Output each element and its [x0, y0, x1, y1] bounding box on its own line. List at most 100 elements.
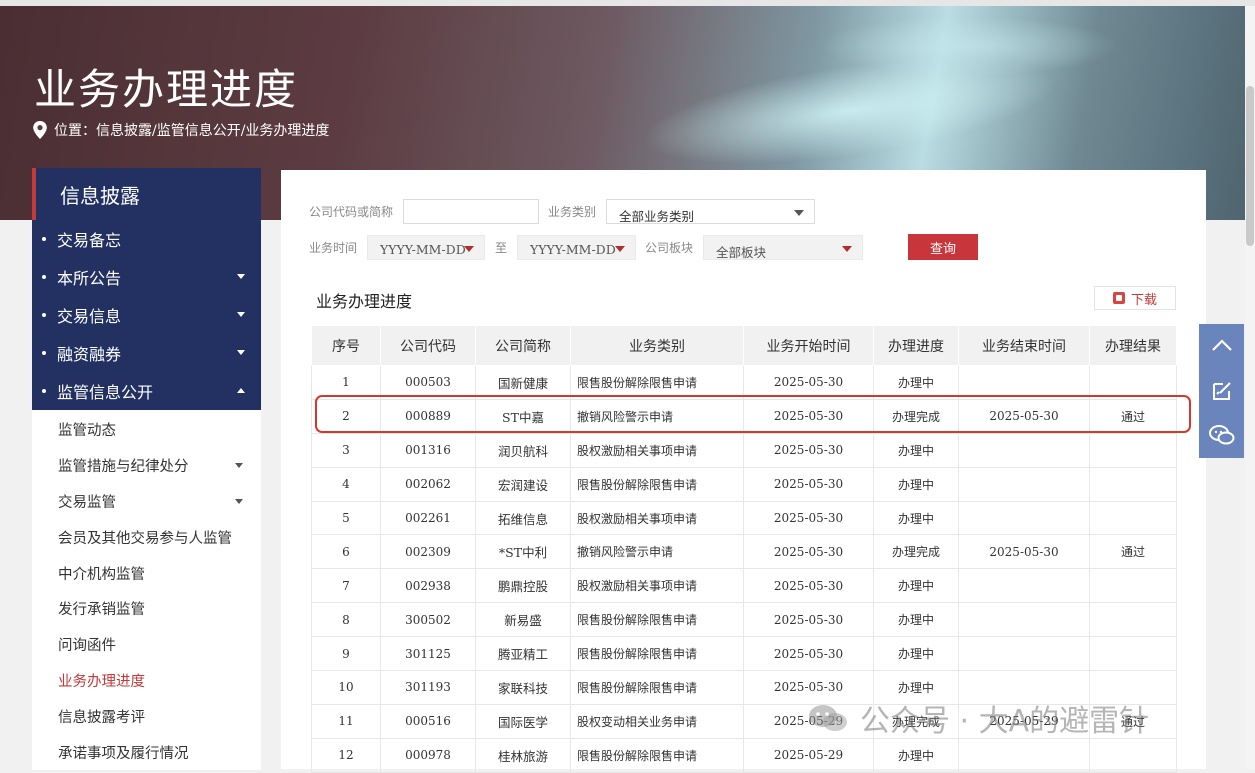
table-row[interactable]: 2 000889 ST中嘉 撤销风险警示申请 2025-05-30 办理完成 2025-05… — [311, 398, 1177, 434]
company-filter-label: 公司代码或简称 — [309, 205, 394, 219]
bullet-icon — [42, 313, 46, 317]
sidebar-subitem[interactable]: 会员及其他交易参与人监管 — [32, 519, 261, 555]
table-cell: 办理中 — [873, 568, 959, 604]
table-row[interactable]: 5 002261 拓维信息 股权激励相关事项申请 2025-05-30 办理中 — [311, 500, 1177, 536]
sidebar-subitem[interactable]: 发行承销监管 — [32, 591, 261, 627]
table-cell: 国新健康 — [475, 365, 571, 400]
sidebar-subitem[interactable]: 信息披露考评 — [32, 698, 261, 734]
table-cell: 办理中 — [873, 466, 959, 502]
board-filter-label: 公司板块 — [645, 241, 694, 255]
query-button[interactable]: 查询 — [908, 234, 978, 260]
table-cell: 000516 — [380, 703, 476, 739]
bullet-icon — [42, 237, 46, 241]
sidebar-item-trading-memo[interactable]: 交易备忘 — [32, 220, 261, 258]
chevron-up-icon — [1211, 339, 1232, 352]
table-cell — [958, 432, 1090, 468]
table-row[interactable]: 1 000503 国新健康 限售股份解除限售申请 2025-05-30 办理中 — [311, 365, 1177, 400]
chevron-down-icon — [237, 312, 245, 317]
table-cell: 7 — [311, 568, 381, 604]
table-cell — [958, 568, 1090, 604]
table-row[interactable]: 7 002938 鹏鼎控股 股权激励相关事项申请 2025-05-30 办理中 — [311, 568, 1177, 604]
table-cell — [1089, 365, 1177, 400]
table-cell: 2025-05-30 — [743, 534, 874, 570]
table-cell: 2025-05-30 — [743, 466, 874, 502]
table-cell: 8 — [311, 602, 381, 638]
table-cell — [958, 602, 1090, 638]
table-cell: 股权激励相关事项申请 — [570, 432, 744, 468]
table-row[interactable]: 9 301125 腾亚精工 限售股份解除限售申请 2025-05-30 办理中 — [311, 636, 1177, 672]
table-cell: 拓维信息 — [475, 500, 571, 536]
sidebar-subitem[interactable]: 中介机构监管 — [32, 555, 261, 591]
download-button[interactable]: 下载 — [1094, 286, 1176, 310]
table-cell: 10 — [311, 670, 381, 705]
table-row[interactable]: 6 002309 *ST中利 撤销风险警示申请 2025-05-30 办理完成 2025-0… — [311, 534, 1177, 570]
table-cell: 2025-05-30 — [743, 365, 874, 400]
sidebar-subitem[interactable]: 交易监管 — [32, 484, 261, 520]
date-to-input[interactable]: YYYY-MM-DD — [517, 235, 636, 260]
feedback-button[interactable] — [1199, 369, 1244, 414]
board-select-value: 全部板块 — [716, 245, 767, 260]
sidebar-subitem-active[interactable]: 业务办理进度 — [32, 663, 261, 699]
sidebar-subitem[interactable]: 监管动态 — [32, 412, 261, 448]
table-cell: 3 — [311, 432, 381, 468]
scrollbar-thumb[interactable] — [1246, 86, 1254, 246]
table-cell: 股权激励相关事项申请 — [570, 568, 744, 604]
table-cell: 000978 — [380, 737, 476, 773]
date-from-input[interactable]: YYYY-MM-DD — [367, 235, 485, 260]
table-cell: 股权变动相关业务申请 — [570, 703, 744, 739]
sidebar-item-margin-trading[interactable]: 融资融券 — [32, 334, 261, 372]
column-header: 办理结果 — [1089, 325, 1177, 366]
breadcrumb: 位置：信息披露/监管信息公开/业务办理进度 — [32, 120, 329, 140]
table-cell: 办理中 — [873, 365, 959, 400]
table-cell: *ST中利 — [475, 534, 571, 570]
table-row[interactable]: 3 001316 润贝航科 股权激励相关事项申请 2025-05-30 办理中 — [311, 432, 1177, 468]
table-row[interactable]: 4 002062 宏润建设 限售股份解除限售申请 2025-05-30 办理中 — [311, 466, 1177, 502]
table-cell: 鹏鼎控股 — [475, 568, 571, 604]
table-cell: 国际医学 — [475, 703, 571, 739]
sidebar-subitem-label: 监管措施与纪律处分 — [58, 459, 189, 476]
page-scrollbar[interactable] — [1245, 6, 1255, 769]
wechat-button[interactable] — [1199, 413, 1244, 458]
table-cell: 2025-05-30 — [958, 398, 1090, 434]
table-cell: 2025-05-30 — [958, 534, 1090, 570]
table-cell: 限售股份解除限售申请 — [570, 737, 744, 773]
table-cell: 通过 — [1089, 534, 1177, 570]
table-cell: 限售股份解除限售申请 — [570, 636, 744, 672]
board-select[interactable]: 全部板块 — [703, 235, 863, 260]
sidebar-subitem[interactable]: 监管措施与纪律处分 — [32, 448, 261, 484]
table-header: 序号 公司代码 公司简称 业务类别 业务开始时间 办理进度 业务结束时间 办理结果 — [311, 325, 1177, 366]
sidebar: 信息披露 交易备忘 本所公告 交易信息 融资融券 监管信息公开 监管动态 监管措 — [32, 168, 261, 770]
sidebar-item-label: 交易信息 — [57, 307, 122, 326]
table-row[interactable]: 8 300502 新易盛 限售股份解除限售申请 2025-05-30 办理中 — [311, 602, 1177, 638]
company-code-input[interactable] — [403, 199, 539, 224]
sidebar-item-regulatory-disclosure[interactable]: 监管信息公开 — [32, 372, 261, 410]
sidebar-item-label: 融资融券 — [57, 345, 122, 364]
table-cell: 限售股份解除限售申请 — [570, 670, 744, 705]
chevron-down-icon — [237, 350, 245, 355]
table-cell — [1089, 636, 1177, 672]
back-to-top-button[interactable] — [1199, 324, 1244, 369]
sidebar-subitem[interactable]: 承诺事项及履行情况 — [32, 734, 261, 770]
category-select[interactable]: 全部业务类别 — [606, 199, 815, 224]
table-row[interactable]: 12 000978 桂林旅游 限售股份解除限售申请 2025-05-29 办理中 — [311, 737, 1177, 773]
sidebar-item-announcements[interactable]: 本所公告 — [32, 258, 261, 296]
sidebar-item-trading-info[interactable]: 交易信息 — [32, 296, 261, 334]
table-cell: 12 — [311, 737, 381, 773]
table-cell: 301193 — [380, 670, 476, 705]
category-filter-label: 业务类别 — [548, 205, 597, 219]
table-cell: 桂林旅游 — [475, 737, 571, 773]
wechat-icon — [1208, 425, 1234, 445]
sidebar-subitem[interactable]: 问询函件 — [32, 627, 261, 663]
table-cell: 办理完成 — [873, 534, 959, 570]
table-cell — [958, 500, 1090, 536]
table-cell — [1089, 568, 1177, 604]
table-cell — [1089, 737, 1177, 773]
category-select-value: 全部业务类别 — [619, 209, 695, 224]
table-cell — [958, 636, 1090, 672]
table-cell: 000889 — [380, 398, 476, 434]
sidebar-item-label: 监管信息公开 — [57, 383, 154, 402]
to-label: 至 — [495, 241, 508, 255]
table-cell — [1089, 602, 1177, 638]
bullet-icon — [42, 389, 46, 393]
table-cell: 2025-05-30 — [743, 398, 874, 434]
